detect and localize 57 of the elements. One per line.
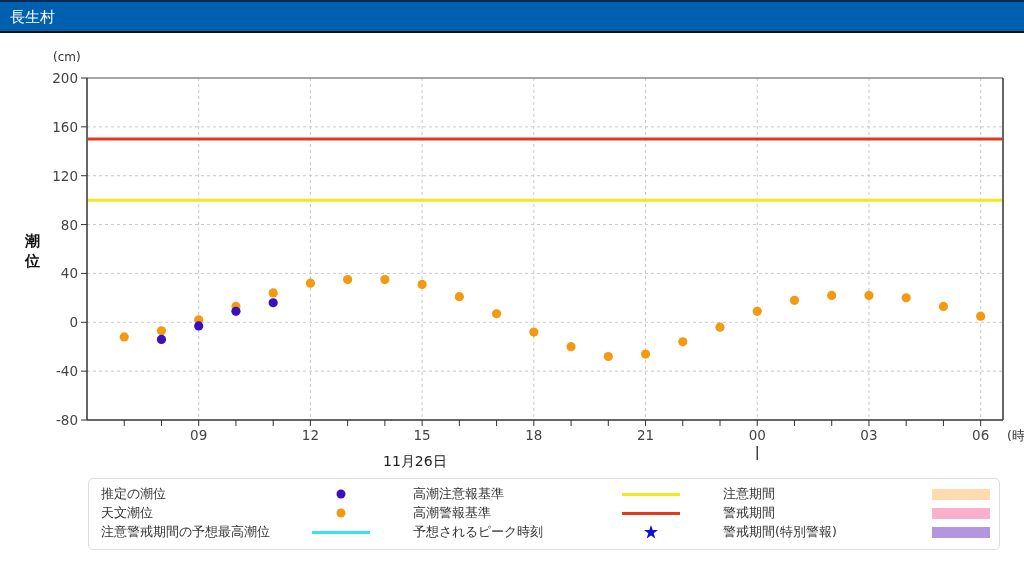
data-point [678,337,688,347]
tick-label: 09 [190,427,208,443]
tick-label: 160 [52,118,78,135]
tick-label: 21 [636,427,655,443]
data-point [976,311,986,321]
page-title: 長生村 [10,8,55,28]
legend-label: 高潮注意報基準 [413,486,504,501]
data-point [864,290,874,300]
tick-label: 00 [748,427,766,443]
data-point [492,309,502,319]
legend-label: 警戒期間 [723,505,775,520]
axis-title: 潮位 [24,232,40,270]
tick-label: 12 [301,427,319,443]
data-point [380,274,390,285]
tick-label: 200 [52,70,78,86]
data-point [156,334,167,344]
tick-label: -80 [55,412,78,428]
legend-label: 高潮警報基準 [413,505,491,520]
tick-label: 80 [60,216,78,233]
tick-label: 40 [60,265,78,282]
tick-label: 18 [525,427,543,443]
data-point [305,278,315,288]
tick-label: -40 [55,363,78,380]
data-point [566,342,576,352]
legend-label: 注意警戒期間の予想最高潮位 [101,524,270,539]
data-point [417,279,427,289]
data-point [901,293,911,303]
tick-label: 06 [972,427,990,443]
date-label: 11月26日 [383,453,447,469]
data-point [343,274,353,285]
data-point [268,298,278,308]
data-point [938,301,948,311]
axis-title: (時 [1007,428,1024,443]
data-point [529,327,539,337]
legend-label: 注意期間 [723,486,775,501]
data-point [752,306,762,316]
legend-label: 予想されるピーク時刻 [413,524,543,539]
data-point [194,321,204,331]
data-point [454,292,464,302]
data-point [789,295,800,305]
tick-label: 0 [69,314,78,331]
tick-label: 03 [860,427,878,443]
tick-label: 15 [413,427,431,443]
data-point [603,351,613,362]
legend-label: 警戒期間(特別警報) [723,524,837,539]
data-point [119,332,129,342]
data-point [640,349,651,359]
data-point [715,322,725,332]
data-point [156,326,167,336]
data-point [268,288,278,298]
data-point [231,306,241,316]
tick-label: 120 [52,167,78,184]
legend-label: 天文潮位 [101,505,153,520]
data-point [827,290,837,300]
legend-label: 推定の潮位 [101,486,166,501]
unit-label: (cm) [53,50,81,64]
day-marker [756,445,758,461]
